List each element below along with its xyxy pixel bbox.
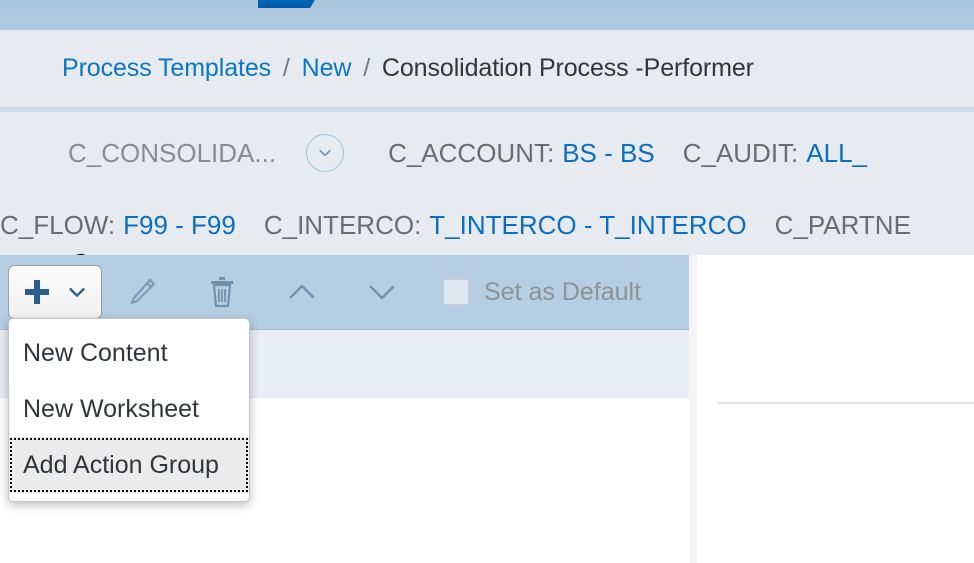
chevron-down-icon xyxy=(66,281,88,303)
delete-button[interactable] xyxy=(182,265,262,319)
edit-button[interactable] xyxy=(102,265,182,319)
menu-item-new-worksheet[interactable]: New Worksheet xyxy=(9,381,249,437)
add-dropdown-menu: New Content New Worksheet Add Action Gro… xyxy=(8,318,250,502)
filter-value[interactable]: BS - BS xyxy=(562,138,654,169)
trash-icon xyxy=(206,275,238,309)
menu-item-label: New Content xyxy=(23,338,168,367)
filter-key: C_INTERCO: xyxy=(263,209,422,240)
breadcrumb-separator: / xyxy=(282,53,290,82)
checkbox-box[interactable] xyxy=(442,278,470,306)
filter-item-c-partner[interactable]: C_PARTNE xyxy=(775,210,919,241)
set-as-default-label: Set as Default xyxy=(484,277,642,306)
move-up-button[interactable] xyxy=(262,265,342,319)
right-detail-panel xyxy=(697,255,974,563)
filter-bar: C_CONSOLIDA... C_ACCOUNT: BS - BS C_AUDI… xyxy=(0,112,974,255)
pencil-icon xyxy=(126,276,158,308)
breadcrumb-separator: / xyxy=(363,53,371,82)
breadcrumb: Process Templates / New / Consolidation … xyxy=(0,53,754,83)
filter-key: C_AUDIT: xyxy=(682,137,799,168)
menu-item-new-content[interactable]: New Content xyxy=(9,325,249,381)
menu-item-label: New Worksheet xyxy=(23,394,199,423)
filter-key: C_FLOW: xyxy=(0,209,116,240)
plus-icon xyxy=(22,277,52,307)
filter-key: C_PARTNE xyxy=(774,209,911,240)
chevron-up-icon xyxy=(286,276,318,308)
filter-key: C_ACCOUNT: xyxy=(388,137,555,168)
filter-item-c-flow[interactable]: C_FLOW: F99 - F99 xyxy=(0,210,264,241)
chevron-down-icon xyxy=(366,276,398,308)
filter-value[interactable]: T_INTERCO - T_INTERCO xyxy=(429,210,746,241)
application-window: SAP Process Templates / New / Consolidat… xyxy=(0,0,974,563)
filter-value[interactable]: ALL_ xyxy=(806,138,867,169)
set-as-default-checkbox[interactable]: Set as Default xyxy=(442,278,641,307)
filter-row-1: C_CONSOLIDA... C_ACCOUNT: BS - BS C_AUDI… xyxy=(0,128,974,255)
filter-value[interactable]: F99 - F99 xyxy=(123,210,236,241)
filter-item-c-audit[interactable]: C_AUDIT: ALL_ xyxy=(683,138,895,169)
breadcrumb-link-process-templates[interactable]: Process Templates xyxy=(62,54,271,82)
move-down-button[interactable] xyxy=(342,265,422,319)
chevron-down-circle-icon[interactable] xyxy=(306,134,345,172)
breadcrumb-link-new[interactable]: New xyxy=(302,54,352,82)
filter-row-2: C_FLOW: F99 - F99 C_INTERCO: T_INTERCO -… xyxy=(0,200,974,250)
svg-text:SAP: SAP xyxy=(266,0,307,5)
breadcrumb-band: Process Templates / New / Consolidation … xyxy=(0,30,974,107)
filter-item-c-interco[interactable]: C_INTERCO: T_INTERCO - T_INTERCO xyxy=(264,210,775,241)
filter-locked-dimension-label: C_CONSOLIDA... xyxy=(68,137,277,168)
panel-splitter[interactable] xyxy=(689,255,697,563)
menu-item-label: Add Action Group xyxy=(23,450,219,479)
add-button[interactable] xyxy=(8,265,102,319)
breadcrumb-current-page: Consolidation Process -Performer xyxy=(381,53,754,82)
filter-item-c-account[interactable]: C_ACCOUNT: BS - BS xyxy=(388,138,683,169)
menu-item-add-action-group[interactable]: Add Action Group xyxy=(9,437,249,493)
shell-bar: SAP xyxy=(0,0,974,30)
detail-panel-divider xyxy=(718,402,974,404)
sap-logo[interactable]: SAP xyxy=(258,0,328,8)
